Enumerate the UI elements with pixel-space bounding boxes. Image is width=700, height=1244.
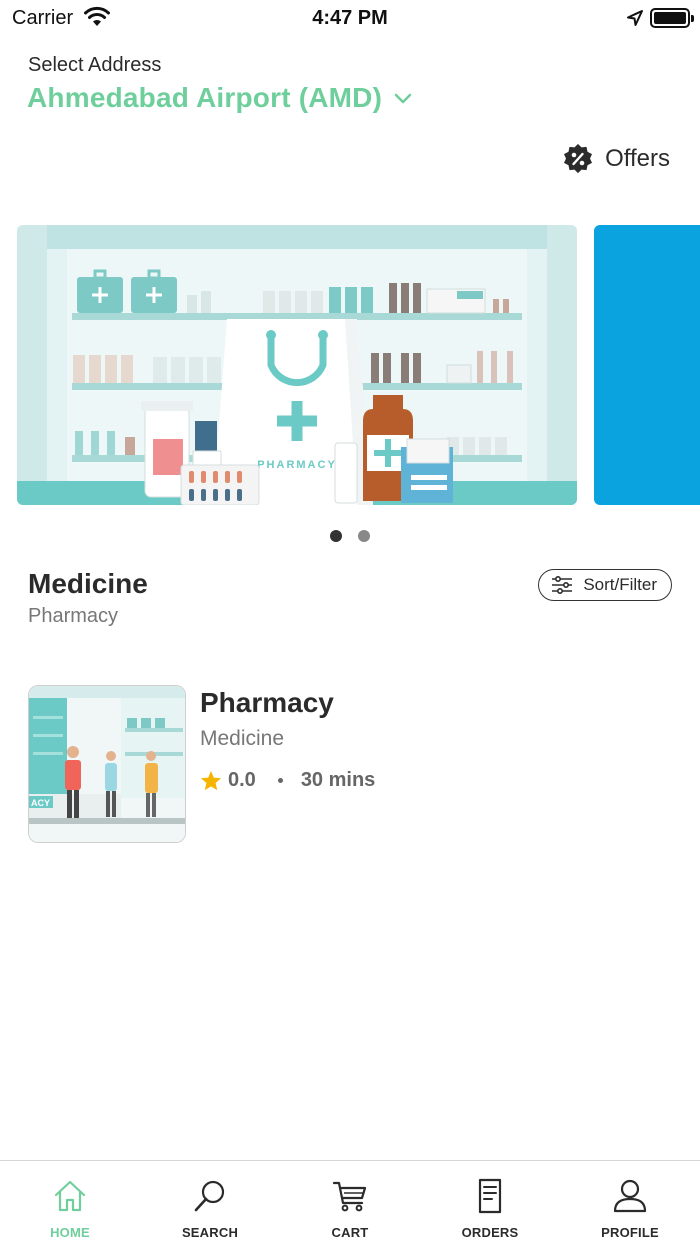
separator-dot (277, 778, 283, 783)
store-category: Medicine (200, 727, 285, 750)
status-bar: Carrier 4:47 PM (0, 0, 700, 36)
battery-icon (650, 8, 694, 28)
address-value: Ahmedabad Airport (AMD) (27, 82, 383, 113)
thumb-sign-text: ACY (31, 798, 50, 808)
nav-cart-label: CART (331, 1225, 369, 1240)
offer-badge-icon (564, 144, 593, 174)
offers-label: Offers (605, 145, 670, 172)
nav-search-label: SEARCH (181, 1225, 239, 1240)
battery-fill (654, 12, 686, 24)
nav-search[interactable]: SEARCH (140, 1161, 280, 1244)
store-card[interactable]: ACY Pharmacy Medicine 0.0 30 mins (28, 685, 688, 843)
pharmacy-illustration: PHARMACY (17, 225, 577, 505)
nav-cart[interactable]: CART (280, 1161, 420, 1244)
nav-profile-label: PROFILE (601, 1225, 659, 1240)
select-address-label: Select Address (28, 54, 162, 76)
banner-carousel[interactable]: PHARMACY (0, 225, 700, 505)
nav-home-label: HOME (50, 1225, 90, 1240)
carousel-dot-2[interactable] (358, 530, 370, 542)
profile-icon (613, 1179, 647, 1213)
sort-filter-label: Sort/Filter (583, 575, 657, 594)
sort-filter-button[interactable]: Sort/Filter (538, 569, 672, 601)
banner-pharmacy-text: PHARMACY (257, 459, 337, 471)
store-thumbnail: ACY (28, 685, 186, 843)
delivery-time: 30 mins (300, 769, 376, 791)
section-title: Medicine (28, 568, 148, 599)
store-name: Pharmacy (200, 687, 334, 718)
orders-icon (478, 1178, 502, 1214)
clock: 4:47 PM (312, 7, 388, 29)
nav-profile[interactable]: PROFILE (560, 1161, 700, 1244)
nav-orders[interactable]: ORDERS (420, 1161, 560, 1244)
chevron-down-icon (394, 93, 412, 104)
nav-orders-label: ORDERS (461, 1225, 519, 1240)
nav-home[interactable]: HOME (0, 1161, 140, 1244)
location-arrow-icon (627, 10, 643, 26)
offers-button[interactable]: Offers (563, 144, 670, 174)
pharmacy-banner[interactable]: PHARMACY (17, 225, 577, 505)
store-rating: 0.0 (228, 769, 256, 791)
carousel-dots (0, 530, 700, 542)
address-selector[interactable]: Ahmedabad Airport (AMD) (27, 82, 412, 114)
search-icon (194, 1180, 225, 1212)
next-banner[interactable] (594, 225, 700, 505)
home-icon (54, 1180, 86, 1212)
carousel-dot-1[interactable] (330, 530, 342, 542)
cart-icon (332, 1181, 367, 1212)
store-meta: 0.0 30 mins (200, 769, 375, 792)
bottom-nav: HOME SEARCH CART ORDERS PROFILE (0, 1160, 700, 1244)
star-icon (200, 770, 222, 791)
section-subtitle: Pharmacy (28, 605, 119, 627)
sliders-icon (552, 576, 573, 594)
